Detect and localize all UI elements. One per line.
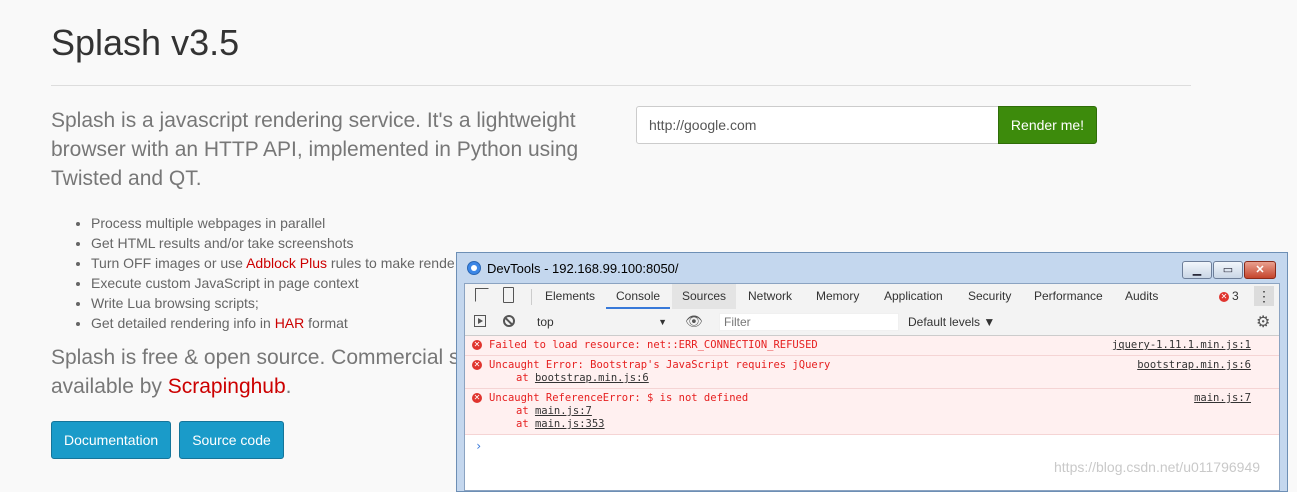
tab-audits[interactable]: Audits [1115,284,1168,309]
render-button[interactable]: Render me! [998,106,1097,144]
feature-text: Get detailed rendering info in [91,315,275,331]
feature-item: Turn OFF images or use Adblock Plus rule… [91,253,455,273]
log-levels-select[interactable]: Default levels ▼ [908,313,995,331]
feature-item: Write Lua browsing scripts; [91,293,455,313]
source-link[interactable]: bootstrap.min.js:6 [1137,359,1251,372]
tab-application[interactable]: Application [874,284,953,309]
tab-network[interactable]: Network [738,284,802,309]
eye-icon[interactable]: 👁 [685,313,703,330]
console-output: ✕ Failed to load resource: net::ERR_CONN… [465,336,1279,453]
tab-memory[interactable]: Memory [806,284,869,309]
inspect-element-icon[interactable] [475,288,489,302]
open-source-line1: Splash is free & open source. Commercial… [51,346,460,369]
error-icon: ✕ [472,360,482,370]
intro-text: Splash is a javascript rendering service… [51,109,579,190]
feature-list: Process multiple webpages in parallel Ge… [51,213,455,333]
console-prompt[interactable]: › [465,435,1279,453]
stack-frame: at main.js:353 [489,418,1251,431]
error-counter[interactable]: ✕ 3 [1219,284,1239,309]
console-message: ✕ Uncaught ReferenceError: $ is not defi… [465,389,1279,435]
feature-item: Get HTML results and/or take screenshots [91,233,455,253]
feature-text: Turn OFF images or use [91,255,247,271]
stack-link[interactable]: bootstrap.min.js:6 [535,372,649,384]
console-message: ✕ Uncaught Error: Bootstrap's JavaScript… [465,356,1279,389]
close-button[interactable]: ✕ [1244,261,1276,279]
clear-console-icon[interactable] [503,315,515,327]
devtools-window: DevTools - 192.168.99.100:8050/ ▁ ▭ ✕ El… [456,252,1288,492]
show-sidebar-icon[interactable] [474,315,486,327]
dropdown-arrow-icon: ▼ [658,317,667,327]
devtools-titlebar[interactable]: DevTools - 192.168.99.100:8050/ ▁ ▭ ✕ [457,253,1287,283]
console-message: ✕ Failed to load resource: net::ERR_CONN… [465,336,1279,356]
device-toolbar-icon[interactable] [503,287,514,303]
open-source-line2: available by [51,375,168,398]
error-count: 3 [1232,289,1239,303]
error-icon: ✕ [1219,291,1229,302]
tab-performance[interactable]: Performance [1024,284,1113,309]
message-text: Uncaught Error: Bootstrap's JavaScript r… [489,359,831,371]
feature-item: Process multiple webpages in parallel [91,213,455,233]
stack-prefix: at [516,372,535,384]
filter-input[interactable]: Filter [719,313,899,331]
page-title: Splash v3.5 [51,22,240,63]
feature-item: Get detailed rendering info in HAR forma… [91,313,455,333]
minimize-button[interactable]: ▁ [1182,261,1212,279]
gear-icon[interactable]: ⚙ [1256,312,1270,332]
tab-security[interactable]: Security [958,284,1021,309]
stack-frame: at main.js:7 [489,405,1251,418]
chrome-logo-icon [467,261,481,275]
source-code-button[interactable]: Source code [179,421,284,459]
feature-item: Execute custom JavaScript in page contex… [91,273,455,293]
tab-sources[interactable]: Sources [672,284,737,309]
feature-text: rules to make rende [327,255,455,271]
period: . [285,375,292,398]
devtools-tabbar: Elements Console Sources Network Memory … [465,284,1279,310]
console-toolbar: top ▼ 👁 Filter Default levels ▼ ⚙ [465,309,1279,336]
tab-elements[interactable]: Elements [535,284,605,309]
more-options-icon[interactable]: ⋮ [1254,286,1274,306]
tab-separator [531,289,532,305]
title-divider [51,85,1191,86]
scrapinghub-link[interactable]: Scrapinghub [168,375,286,398]
context-value: top [537,315,554,329]
stack-prefix: at [516,405,535,417]
source-link[interactable]: jquery-1.11.1.min.js:1 [1112,339,1251,352]
message-text: Uncaught ReferenceError: $ is not define… [489,392,749,404]
context-select[interactable]: top ▼ [537,313,667,331]
feature-text: format [304,315,348,331]
adblock-plus-link[interactable]: Adblock Plus [246,255,327,271]
message-text: Failed to load resource: net::ERR_CONNEC… [489,339,818,351]
stack-link[interactable]: main.js:353 [535,418,605,430]
url-input[interactable]: http://google.com [636,106,999,144]
devtools-window-title: DevTools - 192.168.99.100:8050/ [487,261,679,276]
stack-frame: at bootstrap.min.js:6 [489,372,1251,385]
maximize-button[interactable]: ▭ [1213,261,1243,279]
watermark: https://blog.csdn.net/u011796949 [1054,459,1261,475]
error-icon: ✕ [472,340,482,350]
error-icon: ✕ [472,393,482,403]
documentation-button[interactable]: Documentation [51,421,171,459]
har-link[interactable]: HAR [275,315,305,331]
stack-link[interactable]: main.js:7 [535,405,592,417]
tab-console[interactable]: Console [606,284,671,309]
stack-prefix: at [516,418,535,430]
source-link[interactable]: main.js:7 [1194,392,1251,405]
